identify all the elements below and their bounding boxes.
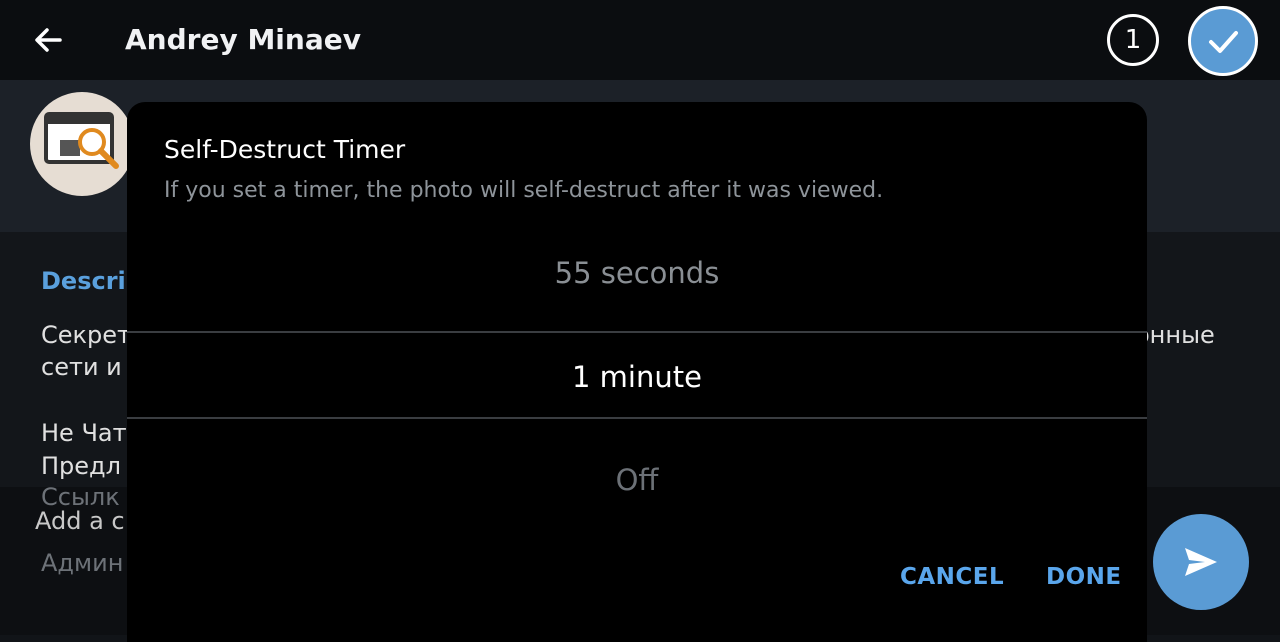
picker-divider-bottom <box>127 417 1147 419</box>
selected-count-badge: 1 <box>1107 14 1159 66</box>
caption-input[interactable]: Add a c <box>35 505 125 537</box>
back-arrow-icon[interactable] <box>30 22 66 58</box>
bg-text-line: сети и <box>41 353 122 381</box>
bg-text-line: Админ <box>41 549 124 577</box>
avatar <box>30 92 134 196</box>
top-bar: Andrey Minaev 1 <box>0 0 1280 80</box>
timer-option-selected[interactable]: 1 minute <box>127 357 1147 397</box>
self-destruct-timer-dialog: Self-Destruct Timer If you set a timer, … <box>127 102 1147 642</box>
bg-text-line: Секрет <box>41 321 131 349</box>
bg-text-line: Предл <box>41 452 121 480</box>
timer-option-previous[interactable]: 55 seconds <box>127 253 1147 293</box>
cancel-button[interactable]: CANCEL <box>900 561 1004 593</box>
picker-divider-top <box>127 331 1147 333</box>
done-button[interactable]: DONE <box>1046 561 1122 593</box>
timer-option-next[interactable]: Off <box>127 460 1147 500</box>
avatar-image-icon <box>44 112 119 169</box>
dialog-title: Self-Destruct Timer <box>164 135 406 164</box>
send-button[interactable] <box>1153 514 1249 610</box>
confirm-check-button[interactable] <box>1188 6 1258 76</box>
bg-text-line: Не Чат <box>41 419 127 447</box>
chat-title: Andrey Minaev <box>125 23 361 56</box>
send-icon <box>1185 548 1217 576</box>
dialog-subtitle: If you set a timer, the photo will self-… <box>164 178 884 203</box>
check-icon <box>1209 31 1238 53</box>
